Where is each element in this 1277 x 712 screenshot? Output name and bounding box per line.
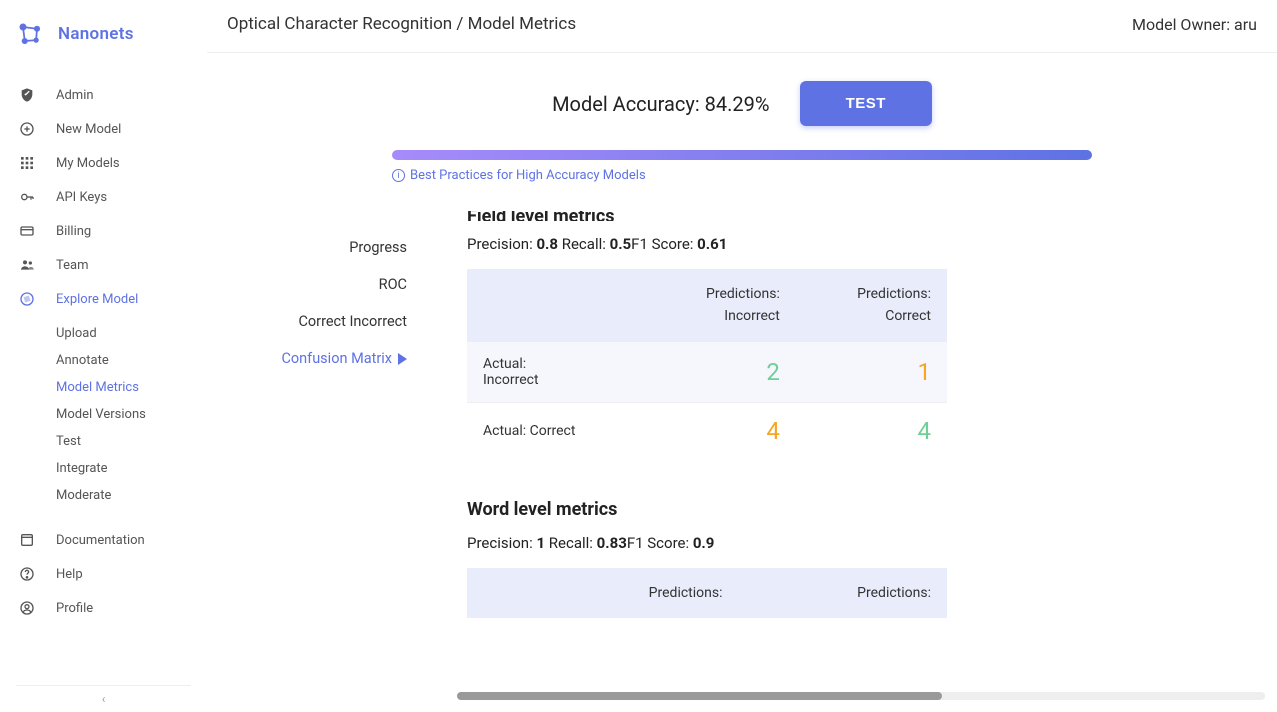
sidebar-item-team[interactable]: Team: [0, 248, 207, 282]
field-confusion-matrix: Predictions:Incorrect Predictions:Correc…: [467, 269, 947, 459]
nav-label: API Keys: [56, 190, 107, 205]
cell-false-neg: 4: [645, 402, 796, 459]
sidebar-collapse[interactable]: ‹: [16, 685, 191, 712]
shield-check-icon: [18, 86, 36, 104]
cell-true-pos: 4: [796, 402, 947, 459]
word-metrics-line: Precision: 1 Recall: 0.83F1 Score: 0.9: [467, 534, 947, 552]
th-pred-correct: Predictions:Correct: [796, 269, 947, 342]
test-button[interactable]: TEST: [800, 81, 932, 126]
tab-correct-incorrect[interactable]: Correct Incorrect: [207, 303, 407, 340]
th-pred-correct: Predictions:: [739, 568, 948, 618]
brand-logo-icon: [16, 20, 44, 48]
nav-label: Billing: [56, 224, 91, 239]
header: Optical Character Recognition / Model Me…: [207, 0, 1277, 53]
plus-circle-icon: [18, 120, 36, 138]
brand-name: Nanonets: [58, 24, 134, 44]
word-confusion-matrix: Predictions: Predictions:: [467, 568, 947, 618]
field-section-title-cut: Field level metrics: [467, 211, 947, 221]
row-label: Actual:Incorrect: [467, 342, 645, 403]
sidebar: Nanonets Admin New Model My Models API K…: [0, 0, 207, 712]
nav-label: Team: [56, 258, 89, 273]
sidebar-item-profile[interactable]: Profile: [0, 591, 207, 625]
subnav-upload[interactable]: Upload: [56, 320, 207, 347]
breadcrumb: Optical Character Recognition / Model Me…: [227, 14, 576, 34]
subnav-test[interactable]: Test: [56, 428, 207, 455]
nav-label: Documentation: [56, 533, 145, 548]
horizontal-scrollbar[interactable]: [457, 692, 1265, 700]
scrollbar-thumb[interactable]: [457, 692, 942, 700]
cell-true-neg: 2: [645, 342, 796, 403]
sidebar-item-explore-model[interactable]: Explore Model: [0, 282, 207, 316]
word-section-title: Word level metrics: [467, 499, 947, 520]
model-owner: Model Owner: aru: [1132, 15, 1257, 34]
row-label: Actual: Correct: [467, 402, 645, 459]
sidebar-item-api-keys[interactable]: API Keys: [0, 180, 207, 214]
nav-label: Explore Model: [56, 292, 138, 307]
explore-icon: [18, 290, 36, 308]
th-empty: [467, 269, 645, 342]
field-metrics-line: Precision: 0.8 Recall: 0.5F1 Score: 0.61: [467, 235, 947, 253]
sidebar-item-help[interactable]: Help: [0, 557, 207, 591]
tab-confusion-matrix[interactable]: Confusion Matrix: [207, 340, 407, 377]
nav-label: New Model: [56, 122, 121, 137]
table-row: Actual:Incorrect 2 1: [467, 342, 947, 403]
th-pred-incorrect: Predictions:: [530, 568, 738, 618]
grid-icon: [18, 154, 36, 172]
key-icon: [18, 188, 36, 206]
training-progress-bar: [392, 150, 1092, 160]
sidebar-item-new-model[interactable]: New Model: [0, 112, 207, 146]
nav-label: Help: [56, 567, 83, 582]
book-icon: [18, 531, 36, 549]
nav-bottom: Documentation Help Profile: [0, 523, 207, 625]
tab-label: Confusion Matrix: [281, 350, 392, 367]
subnav-moderate[interactable]: Moderate: [56, 482, 207, 509]
nav-label: Admin: [56, 88, 94, 103]
content-body: Progress ROC Correct Incorrect Confusion…: [207, 183, 1277, 665]
accuracy-row: Model Accuracy: 84.29% TEST: [207, 53, 1277, 138]
nav-label: Profile: [56, 601, 93, 616]
best-practices-text: Best Practices for High Accuracy Models: [410, 168, 646, 183]
cell-false-pos: 1: [796, 342, 947, 403]
accuracy-value: 84.29%: [705, 92, 770, 116]
accuracy-label: Model Accuracy:: [552, 92, 705, 116]
accuracy-text: Model Accuracy: 84.29%: [552, 92, 769, 116]
metrics-column: Field level metrics Precision: 0.8 Recal…: [467, 229, 947, 665]
metrics-tabs: Progress ROC Correct Incorrect Confusion…: [207, 229, 407, 665]
th-empty: [467, 568, 530, 618]
sidebar-item-admin[interactable]: Admin: [0, 78, 207, 112]
main-nav: Admin New Model My Models API Keys Billi…: [0, 78, 207, 625]
sidebar-item-billing[interactable]: Billing: [0, 214, 207, 248]
owner-value: aru: [1234, 15, 1257, 34]
subnav: Upload Annotate Model Metrics Model Vers…: [56, 320, 207, 509]
play-icon: [398, 353, 407, 365]
th-pred-incorrect: Predictions:Incorrect: [645, 269, 796, 342]
logo-row[interactable]: Nanonets: [0, 10, 207, 58]
credit-card-icon: [18, 222, 36, 240]
help-circle-icon: [18, 565, 36, 583]
owner-label: Model Owner:: [1132, 15, 1234, 34]
subnav-model-metrics[interactable]: Model Metrics: [56, 374, 207, 401]
tab-roc[interactable]: ROC: [207, 266, 407, 303]
nav-label: My Models: [56, 156, 120, 171]
subnav-model-versions[interactable]: Model Versions: [56, 401, 207, 428]
chevron-left-icon: ‹: [102, 692, 106, 706]
sidebar-item-my-models[interactable]: My Models: [0, 146, 207, 180]
user-circle-icon: [18, 599, 36, 617]
subnav-integrate[interactable]: Integrate: [56, 455, 207, 482]
people-icon: [18, 256, 36, 274]
info-icon: i: [392, 169, 405, 182]
best-practices-link[interactable]: i Best Practices for High Accuracy Model…: [392, 168, 1092, 183]
tab-progress[interactable]: Progress: [207, 229, 407, 266]
sidebar-item-documentation[interactable]: Documentation: [0, 523, 207, 557]
table-row: Actual: Correct 4 4: [467, 402, 947, 459]
main-content: Optical Character Recognition / Model Me…: [207, 0, 1277, 712]
subnav-annotate[interactable]: Annotate: [56, 347, 207, 374]
